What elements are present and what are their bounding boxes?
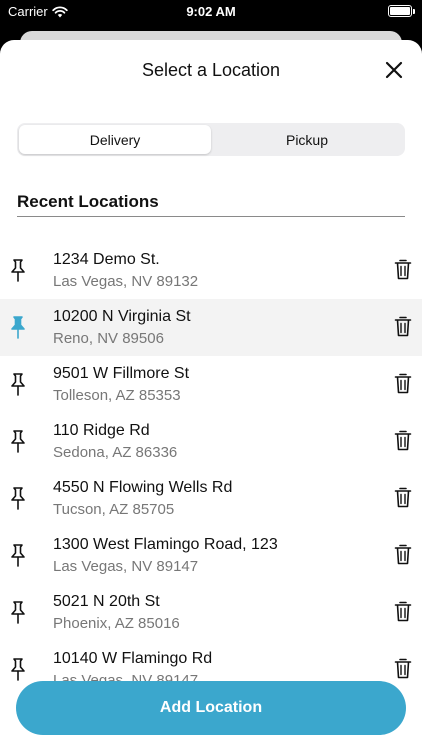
- location-city: Tucson, AZ 85705: [53, 501, 175, 518]
- location-text: 1300 West Flamingo Road, 123 Las Vegas, N…: [53, 535, 278, 577]
- trash-icon[interactable]: [394, 429, 412, 451]
- location-row[interactable]: 5021 N 20th St Phoenix, AZ 85016: [0, 584, 422, 641]
- location-text: 9501 W Fillmore St Tolleson, AZ 85353: [53, 364, 189, 406]
- location-row[interactable]: 1234 Demo St. Las Vegas, NV 89132: [0, 242, 422, 299]
- location-text: 110 Ridge Rd Sedona, AZ 86336: [53, 421, 177, 463]
- pushpin-icon[interactable]: [8, 372, 28, 396]
- pushpin-icon[interactable]: [8, 600, 28, 624]
- pushpin-icon[interactable]: [8, 315, 28, 339]
- status-bar: Carrier 9:02 AM: [0, 0, 422, 26]
- pushpin-icon[interactable]: [8, 429, 28, 453]
- location-list: 1234 Demo St. Las Vegas, NV 89132 10200 N …: [0, 242, 422, 698]
- location-street: 9501 W Fillmore St: [53, 365, 190, 382]
- location-text: 5021 N 20th St Phoenix, AZ 85016: [53, 592, 180, 634]
- tab-pickup[interactable]: Pickup: [211, 125, 403, 154]
- location-row[interactable]: 110 Ridge Rd Sedona, AZ 86336: [0, 413, 422, 470]
- location-text: 4550 N Flowing Wells Rd Tucson, AZ 85705: [53, 478, 232, 520]
- location-street: 4550 N Flowing Wells Rd: [53, 479, 233, 496]
- battery-level: [390, 7, 410, 15]
- section-heading: Recent Locations: [17, 192, 159, 211]
- pushpin-icon[interactable]: [8, 543, 28, 567]
- location-city: Sedona, AZ 86336: [53, 444, 178, 461]
- location-text: 1234 Demo St. Las Vegas, NV 89132: [53, 250, 198, 292]
- location-city: Tolleson, AZ 85353: [53, 387, 181, 404]
- location-row[interactable]: 4550 N Flowing Wells Rd Tucson, AZ 85705: [0, 470, 422, 527]
- pushpin-icon[interactable]: [8, 258, 28, 282]
- delivery-pickup-toggle: Delivery Pickup: [17, 123, 405, 156]
- location-street: 1300 West Flamingo Road, 123: [53, 536, 278, 553]
- location-street: 10200 N Virginia St: [53, 308, 191, 325]
- location-sheet: Select a Location Delivery Pickup Recent…: [0, 40, 422, 750]
- sheet-title: Select a Location: [141, 60, 281, 80]
- trash-icon[interactable]: [394, 258, 412, 280]
- location-text: 10200 N Virginia St Reno, NV 89506: [53, 307, 191, 349]
- tab-delivery[interactable]: Delivery: [19, 125, 211, 154]
- location-city: Las Vegas, NV 89147: [53, 558, 199, 575]
- trash-icon[interactable]: [394, 543, 412, 565]
- pushpin-icon[interactable]: [8, 657, 28, 681]
- location-street: 10140 W Flamingo Rd: [53, 650, 213, 667]
- trash-icon[interactable]: [394, 315, 412, 337]
- location-street: 5021 N 20th St: [53, 593, 160, 610]
- close-icon[interactable]: [380, 56, 408, 84]
- trash-icon[interactable]: [394, 600, 412, 622]
- add-location-button[interactable]: Add Location: [16, 681, 406, 735]
- location-city: Las Vegas, NV 89132: [53, 273, 199, 290]
- location-street: 110 Ridge Rd: [53, 422, 150, 439]
- trash-icon[interactable]: [394, 486, 412, 508]
- location-street: 1234 Demo St.: [53, 251, 160, 268]
- location-row[interactable]: 10200 N Virginia St Reno, NV 89506: [0, 299, 422, 356]
- location-row[interactable]: 1300 West Flamingo Road, 123 Las Vegas, N…: [0, 527, 422, 584]
- status-time: 9:02 AM: [186, 4, 236, 19]
- location-city: Reno, NV 89506: [53, 330, 164, 347]
- trash-icon[interactable]: [394, 372, 412, 394]
- trash-icon[interactable]: [394, 657, 412, 679]
- battery-icon: [388, 5, 415, 17]
- section-divider: [17, 216, 405, 217]
- location-city: Phoenix, AZ 85016: [53, 615, 180, 632]
- pushpin-icon[interactable]: [8, 486, 28, 510]
- location-row[interactable]: 9501 W Fillmore St Tolleson, AZ 85353: [0, 356, 422, 413]
